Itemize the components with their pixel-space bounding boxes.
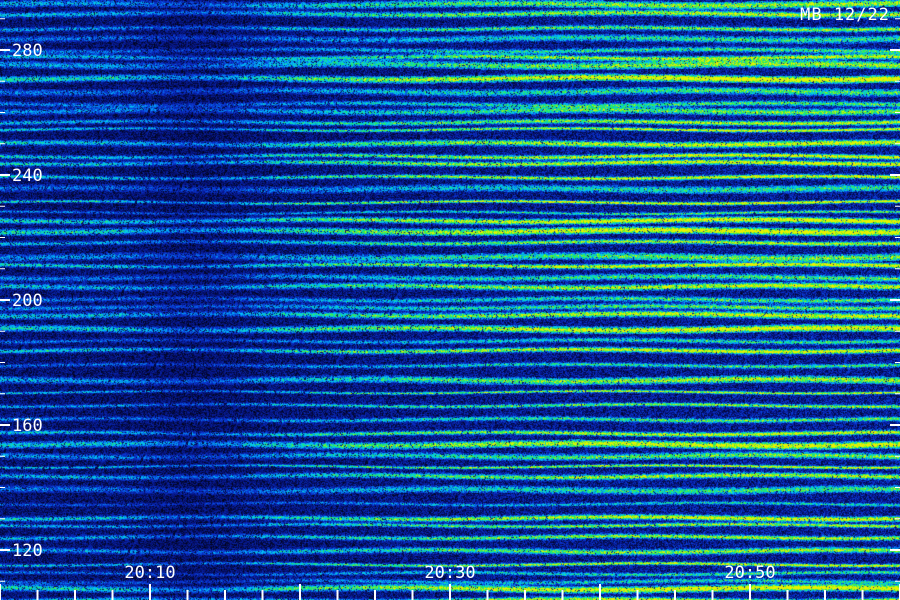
x-tick-label: 20:30 bbox=[424, 563, 475, 583]
y-tick-label: 280 bbox=[12, 41, 43, 61]
date-stamp: MB 12/22 bbox=[800, 5, 890, 25]
y-tick-label: 200 bbox=[12, 291, 43, 311]
y-tick-label: 120 bbox=[12, 541, 43, 561]
y-tick-label: 160 bbox=[12, 416, 43, 436]
x-axis: 20:10 20:30 20:50 bbox=[0, 563, 900, 600]
x-tick-label: 20:50 bbox=[724, 563, 775, 583]
axes-overlay: 280 240 200 160 120 20:10 20:30 20:50 bbox=[0, 18, 900, 600]
y-tick-label: 240 bbox=[12, 166, 43, 186]
y-axis: 280 240 200 160 120 bbox=[0, 18, 900, 582]
x-tick-label: 20:10 bbox=[124, 563, 175, 583]
